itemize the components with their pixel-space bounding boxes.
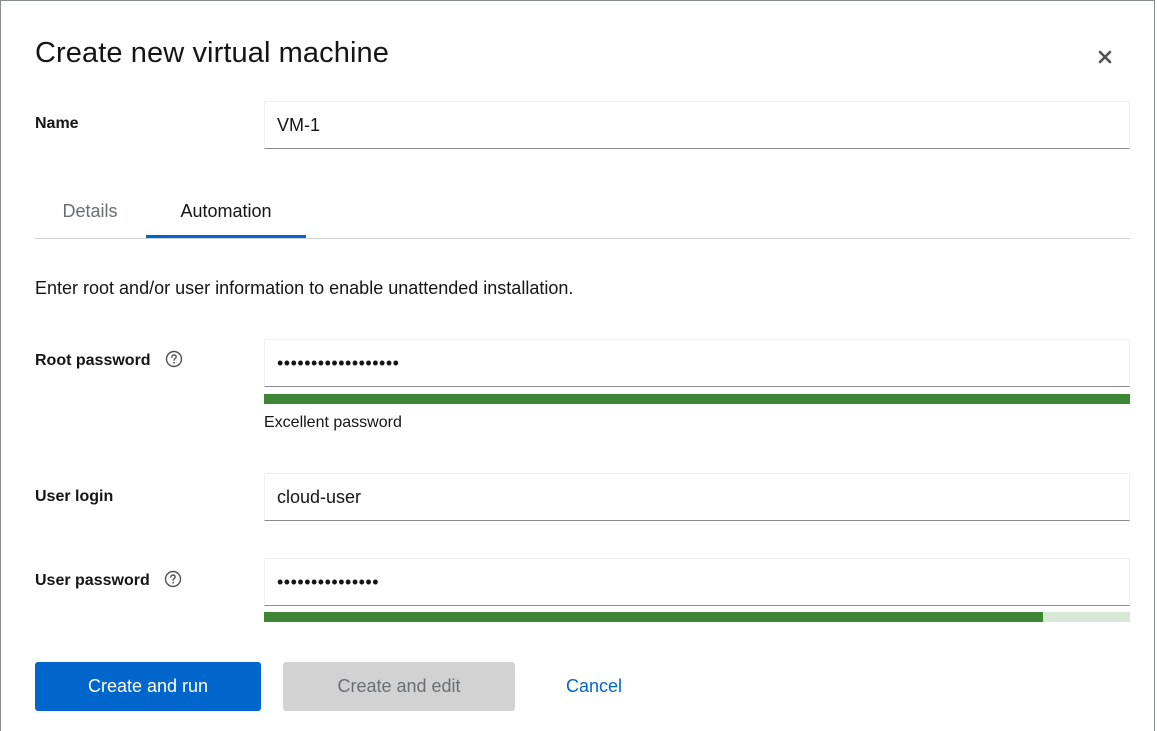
question-circle-icon[interactable] (165, 350, 183, 368)
user-password-label-row: User password (35, 570, 182, 590)
create-vm-dialog: Create new virtual machine Name VM-1 Det… (0, 0, 1155, 731)
root-password-strength-fill (264, 394, 1130, 404)
root-password-strength-text: Excellent password (264, 414, 402, 431)
root-password-label: Root password (35, 352, 151, 369)
name-label: Name (35, 115, 79, 132)
user-login-label: User login (35, 488, 114, 505)
tab-details-label: Details (62, 201, 118, 221)
close-button[interactable] (1093, 45, 1117, 69)
cancel-button[interactable]: Cancel (542, 662, 646, 711)
dialog-title: Create new virtual machine (35, 37, 389, 69)
name-input[interactable]: VM-1 (264, 101, 1130, 149)
automation-description: Enter root and/or user information to en… (35, 278, 574, 298)
tab-automation[interactable]: Automation (146, 187, 306, 238)
create-and-run-button[interactable]: Create and run (35, 662, 261, 711)
tab-bar: Details Automation (35, 187, 1130, 239)
user-password-strength-bar (264, 612, 1130, 622)
user-login-input[interactable]: cloud-user (264, 473, 1130, 521)
close-icon (1098, 50, 1112, 64)
user-password-strength-fill (264, 612, 1044, 622)
tab-automation-label: Automation (180, 201, 272, 221)
question-circle-icon[interactable] (164, 570, 182, 588)
root-password-strength-bar (264, 394, 1130, 404)
root-password-input[interactable]: •••••••••••••••••• (264, 339, 1130, 387)
create-and-edit-button[interactable]: Create and edit (283, 662, 515, 711)
user-password-label: User password (35, 572, 150, 589)
user-password-input[interactable]: ••••••••••••••• (264, 558, 1130, 606)
tab-details[interactable]: Details (35, 187, 145, 237)
root-password-label-row: Root password (35, 350, 183, 370)
